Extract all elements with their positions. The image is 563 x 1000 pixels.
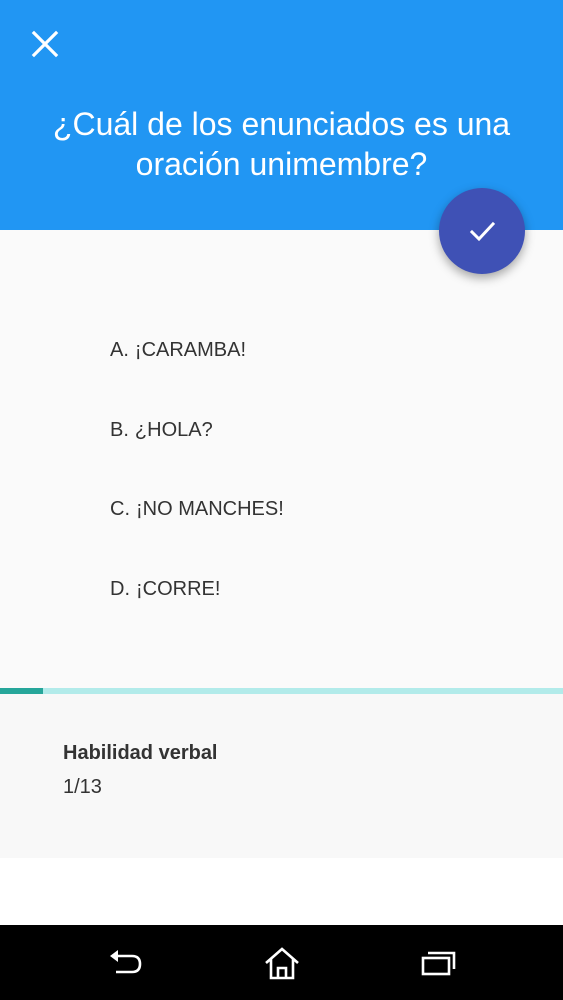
system-navigation-bar [0, 925, 563, 1000]
option-text: ¿HOLA? [134, 419, 213, 441]
option-letter: D. [110, 578, 130, 600]
options-list: A. ¡CARAMBA! B. ¿HOLA? C. ¡NO MANCHES! D… [0, 230, 563, 690]
option-letter: C. [110, 498, 130, 520]
option-a[interactable]: A. ¡CARAMBA! [110, 330, 246, 370]
nav-recents-button[interactable] [408, 941, 468, 985]
option-b[interactable]: B. ¿HOLA? [110, 410, 213, 450]
option-text: ¡CARAMBA! [134, 339, 247, 361]
subject-title: Habilidad verbal [63, 742, 218, 764]
recents-icon [421, 951, 456, 976]
question-text: ¿Cuál de los enunciados es una oración u… [52, 106, 511, 182]
option-text: ¡NO MANCHES! [136, 498, 284, 520]
option-c[interactable]: C. ¡NO MANCHES! [110, 489, 284, 529]
nav-back-button[interactable] [96, 941, 156, 985]
question-counter: 1/13 [63, 776, 102, 798]
option-d[interactable]: D. ¡CORRE! [110, 569, 220, 609]
quiz-info-panel: Habilidad verbal 1/13 [0, 694, 563, 858]
option-text: ¡CORRE! [136, 578, 221, 600]
close-icon [31, 30, 59, 58]
back-icon [110, 950, 142, 974]
check-icon [469, 221, 496, 242]
option-letter: B. [110, 419, 129, 441]
submit-answer-button[interactable] [439, 188, 525, 274]
option-letter: A. [110, 339, 129, 361]
home-icon [265, 947, 299, 980]
nav-home-button[interactable] [252, 941, 312, 985]
quiz-screen: ¿Cuál de los enunciados es una oración u… [0, 0, 563, 1000]
close-button[interactable] [18, 20, 72, 68]
